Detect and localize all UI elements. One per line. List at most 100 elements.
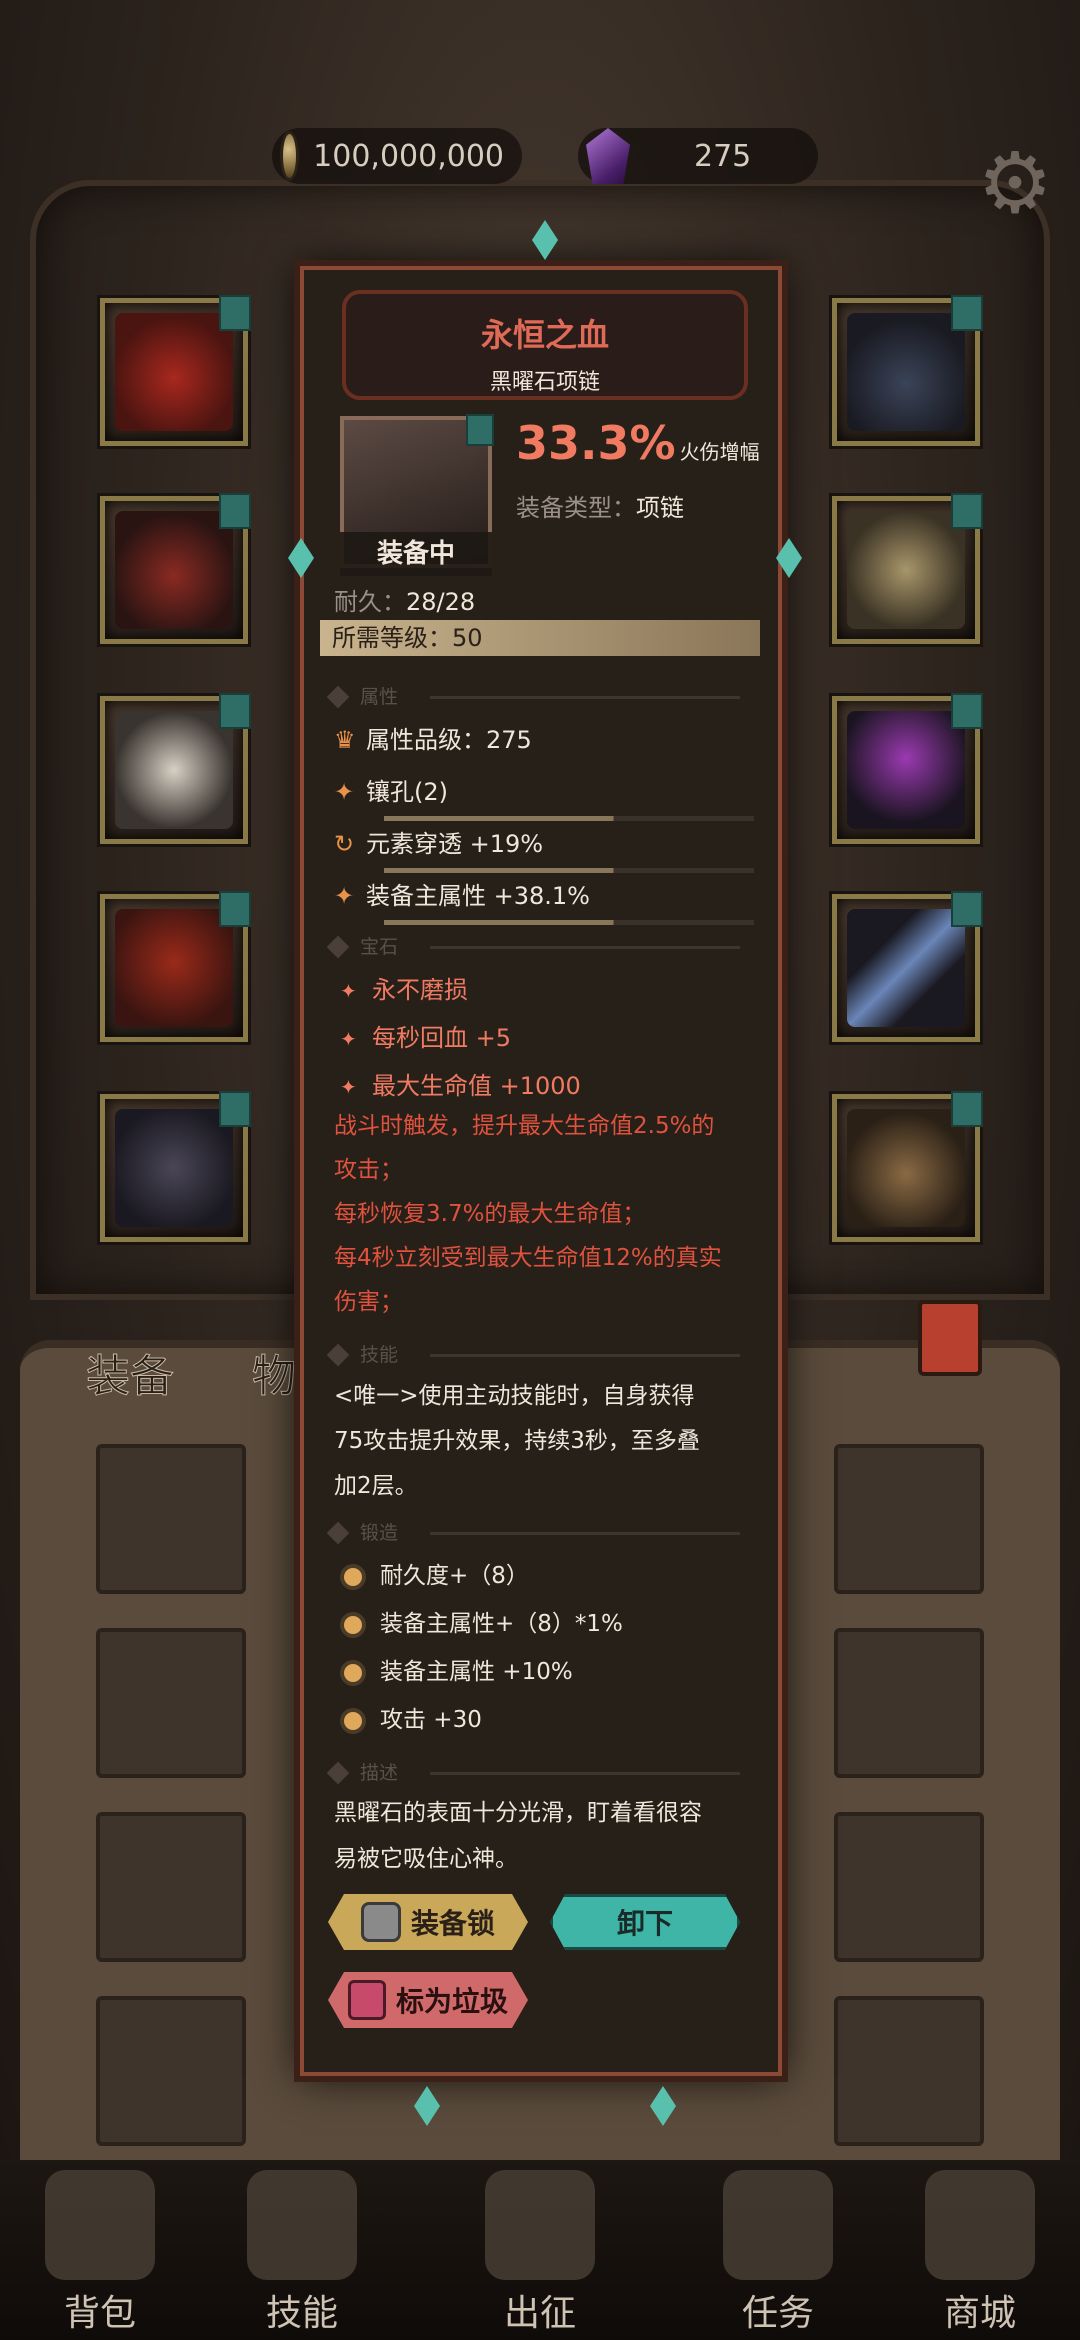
sword-map-icon [485,2170,595,2280]
effect-line: 攻击； [334,1157,403,1183]
slot-tag [219,295,251,331]
quest-helmet-icon [723,2170,833,2280]
effect-line: 每秒恢复3.7%的最大生命值； [334,1201,646,1227]
description-line: 黑曜石的表面十分光滑，盯着看很容 [334,1800,702,1826]
nav-quests[interactable]: 任务 [708,2170,848,2336]
description-line: 易被它吸住心神。 [334,1846,518,1872]
gold-amount: 100,000,000 [313,138,504,174]
slot-tag [951,1091,983,1127]
slot-tag [219,891,251,927]
gem-row: ✦ 最大生命值 +1000 [340,1066,581,1101]
nav-expedition[interactable]: 出征 [470,2170,610,2336]
crown-icon: ♛ [334,726,356,754]
main-stat: 33.3% 火伤增幅 [516,416,760,470]
equip-slot-cape[interactable] [100,295,251,446]
item-detail-popup: 永恒之血 黑曜石项链 装备中 33.3% 火伤增幅 装备类型：项链 耐久：28/2… [288,220,802,2126]
unequip-button[interactable]: 卸下 [550,1894,740,1950]
mark-junk-label: 标为垃圾 [395,1985,508,2018]
attribute-row: ↻ 元素穿透 +19% [334,824,754,873]
forge-text: 耐久度+（8） [380,1563,529,1589]
junk-icon [347,1980,386,2020]
required-level-value: 50 [452,624,483,652]
slot-tag [951,891,983,927]
section-description: 描述 [330,1760,740,1786]
skill-line: 加2层。 [334,1473,418,1499]
leather-satchel-icon [847,1109,965,1227]
equip-slot-helmet[interactable] [832,693,983,844]
skill-line: <唯一>使用主动技能时，自身获得 [334,1383,695,1409]
gem-row: ✦ 永不磨损 [340,970,468,1005]
effect-text: 战斗时触发，提升最大生命值2.5%的 攻击； 每秒恢复3.7%的最大生命值； 每… [334,1104,754,1324]
durability: 耐久：28/28 [334,582,475,617]
item-name: 永恒之血 [480,316,609,354]
equip-lock-button[interactable]: 装备锁 [328,1894,528,1950]
settings-gear-icon[interactable]: ⚙ [970,138,1060,228]
item-description: 黑曜石的表面十分光滑，盯着看很容 易被它吸住心神。 [334,1790,754,1882]
forge-dot-icon [340,1659,366,1686]
type-value: 项链 [636,494,684,522]
nav-label: 出征 [503,2293,576,2334]
nav-skills[interactable]: 技能 [232,2170,372,2336]
forge-row: 装备主属性+（8）*1% [340,1604,623,1638]
equip-slot-ring[interactable] [832,493,983,644]
gold-counter: 100,000,000 [272,128,522,184]
equip-slot-boots[interactable] [100,1091,251,1242]
trash-icon[interactable] [918,1300,982,1376]
bag-cell[interactable] [96,1628,246,1778]
equip-slot-robe[interactable] [100,493,251,644]
main-stat-label: 火伤增幅 [679,440,760,464]
nav-backpack[interactable]: 背包 [30,2170,170,2336]
bag-cell[interactable] [96,1996,246,2146]
star-icon: ✦ [340,1027,357,1051]
effect-line: 战斗时触发，提升最大生命值2.5%的 [334,1113,715,1139]
slot-tag [219,1091,251,1127]
star-icon: ✦ [340,1075,357,1099]
bag-cell[interactable] [96,1812,246,1962]
attribute-text: 元素穿透 +19% [366,830,544,858]
bag-cell[interactable] [834,1812,984,1962]
gem-text: 最大生命值 +1000 [372,1072,581,1100]
required-level: 所需等级：50 [320,620,760,656]
red-robe-icon [115,511,233,629]
forge-dot-icon [340,1563,366,1590]
equip-slot-gauntlet[interactable] [100,693,251,844]
attribute-row: ✦ 镶孔(2) [334,772,754,821]
bag-cell[interactable] [834,1628,984,1778]
skill-line: 75攻击提升效果，持续3秒，至多叠 [334,1428,700,1454]
tab-equipment[interactable]: 装备 [86,1340,175,1404]
effect-line: 每4秒立刻受到最大生命值12%的真实 [334,1245,722,1271]
equip-slot-weapon[interactable] [832,891,983,1042]
equip-slot-pants[interactable] [100,891,251,1042]
item-tag [466,414,494,446]
slot-tag [951,295,983,331]
spark-icon: ✦ [334,882,355,910]
bag-cell[interactable] [834,1444,984,1594]
section-attributes: 属性 [330,684,740,710]
slot-tag [219,693,251,729]
gem-row: ✦ 每秒回血 +5 [340,1018,511,1053]
equip-slot-satchel[interactable] [832,1091,983,1242]
attribute-text: 镶孔(2) [366,778,448,806]
forge-dot-icon [340,1611,366,1638]
bag-cell[interactable] [834,1996,984,2146]
gem-text: 每秒回血 +5 [372,1024,512,1052]
mark-junk-button[interactable]: 标为垃圾 [328,1972,528,2028]
attribute-text: 属性品级：275 [366,726,532,754]
equip-lock-label: 装备锁 [410,1907,495,1940]
bag-cell[interactable] [96,1444,246,1594]
attribute-bar [384,868,754,873]
forge-row: 攻击 +30 [340,1700,482,1734]
red-cape-icon [115,313,233,431]
attribute-bar [384,920,754,925]
equip-slot-necklace[interactable] [832,295,983,446]
obsidian-necklace-icon [847,313,965,431]
nav-label: 技能 [265,2293,338,2334]
nav-shop[interactable]: 商城 [910,2170,1050,2336]
dark-boots-icon [115,1109,233,1227]
section-skills: 技能 [330,1342,740,1368]
gem-counter: 275 [578,128,818,184]
forge-text: 装备主属性 +10% [380,1659,573,1685]
item-header: 永恒之血 黑曜石项链 [342,290,748,400]
durability-label: 耐久： [334,588,406,616]
main-stat-value: 33.3% [516,416,676,470]
